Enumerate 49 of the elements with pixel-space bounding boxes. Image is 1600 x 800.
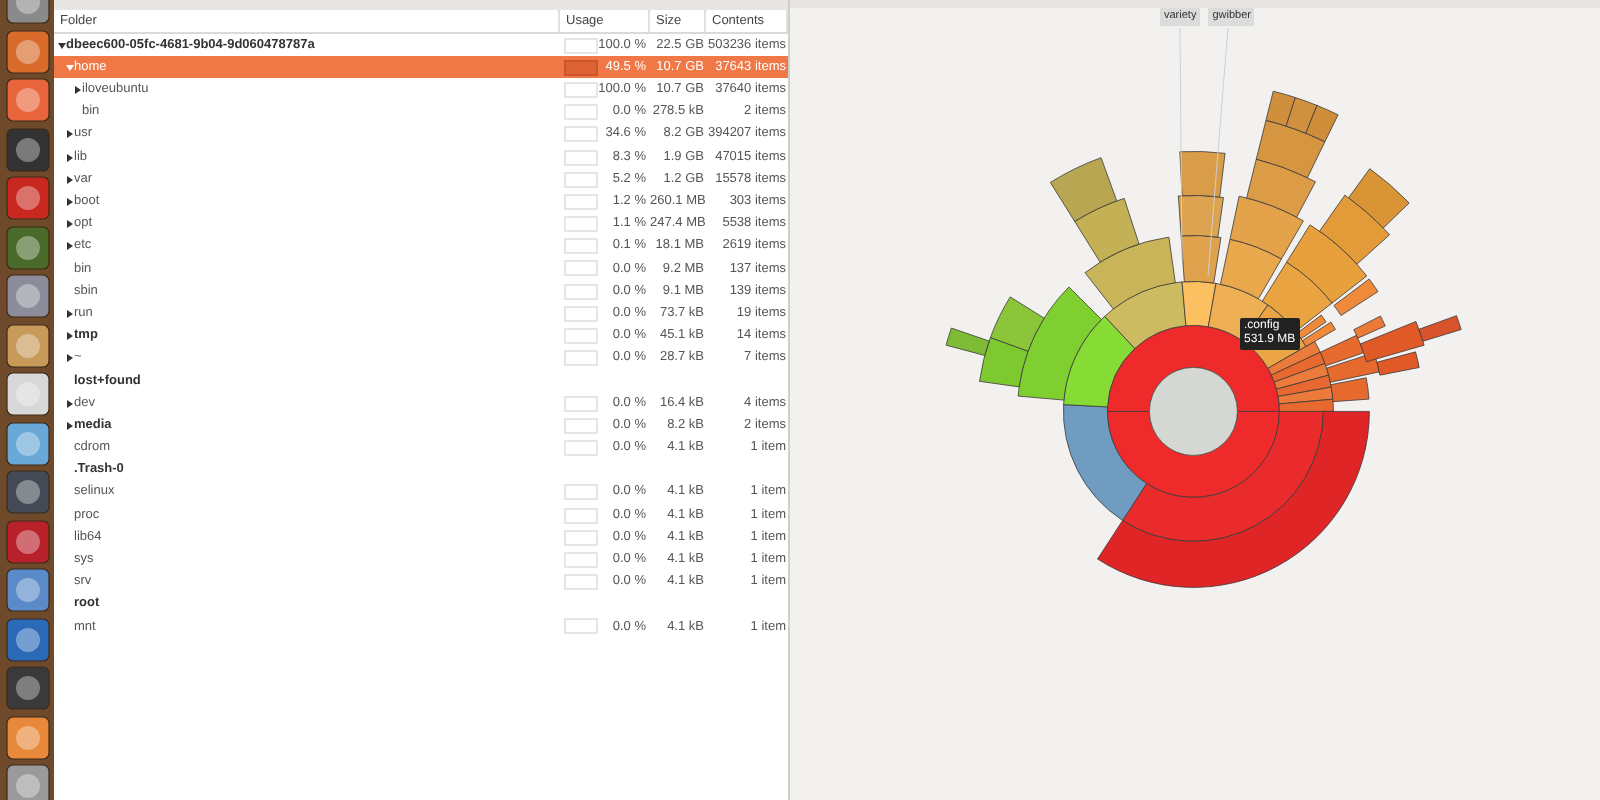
collapsed-arrow-icon[interactable] [66, 421, 74, 430]
usage-bar [564, 260, 598, 277]
app-icon[interactable] [5, 274, 49, 318]
usage-bar [564, 507, 598, 524]
usage-bar [564, 439, 598, 456]
usage-bar [564, 417, 598, 434]
collapsed-arrow-icon[interactable] [66, 197, 74, 206]
expanded-arrow-icon[interactable] [58, 41, 66, 50]
app-icon[interactable] [5, 323, 49, 367]
app-icon[interactable] [5, 372, 49, 416]
usage-bar [564, 59, 598, 76]
usage-bar [564, 81, 598, 98]
app-icon[interactable] [5, 568, 49, 612]
usage-bar [564, 171, 598, 188]
usage-bar [564, 37, 598, 54]
usage-bar [564, 395, 598, 412]
app-icon[interactable] [5, 78, 49, 122]
app-icon[interactable] [5, 29, 49, 73]
usage-bar [564, 238, 598, 255]
collapsed-arrow-icon[interactable] [66, 130, 74, 139]
usage-bar [564, 193, 598, 210]
app-icon[interactable] [5, 764, 49, 800]
collapsed-arrow-icon[interactable] [66, 220, 74, 229]
collapsed-arrow-icon[interactable] [66, 354, 74, 363]
usage-bar [564, 104, 598, 121]
collapsed-arrow-icon[interactable] [66, 175, 74, 184]
app-icon[interactable] [5, 617, 49, 661]
usage-bar [564, 126, 598, 143]
collapsed-arrow-icon[interactable] [66, 242, 74, 251]
usage-bar [564, 551, 598, 568]
usage-bar [564, 283, 598, 300]
collapsed-arrow-icon[interactable] [66, 153, 74, 162]
usage-bar [564, 216, 598, 233]
usage-bar [564, 574, 598, 591]
app-icon[interactable] [5, 176, 49, 220]
collapsed-arrow-icon[interactable] [66, 309, 74, 318]
collapsed-arrow-icon[interactable] [66, 332, 74, 341]
usage-bar [564, 305, 598, 322]
usage-bar [564, 149, 598, 166]
usage-bar [564, 618, 598, 635]
app-icon[interactable] [5, 715, 49, 759]
usage-bar [564, 529, 598, 546]
collapsed-arrow-icon[interactable] [74, 85, 82, 94]
app-icon[interactable] [5, 421, 49, 465]
app-icon[interactable] [5, 225, 49, 269]
usage-bar [564, 350, 598, 367]
collapsed-arrow-icon[interactable] [66, 399, 74, 408]
usage-bar [564, 484, 598, 501]
usage-bar [564, 328, 598, 345]
